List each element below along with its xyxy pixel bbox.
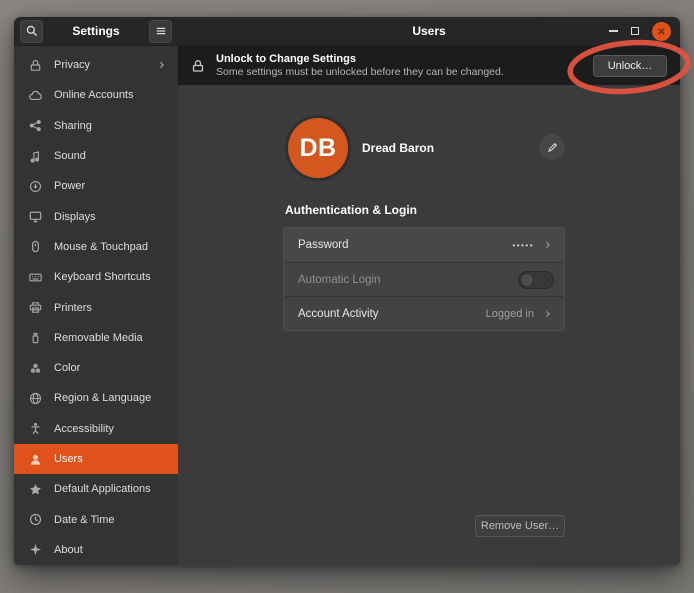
minimize-icon [609, 30, 618, 32]
sidebar-item-mouse-touchpad[interactable]: Mouse & Touchpad [14, 232, 178, 262]
about-icon [27, 542, 43, 558]
automatic-login-toggle[interactable] [518, 271, 554, 289]
sidebar-item-color[interactable]: Color [14, 353, 178, 383]
clock-icon [27, 512, 43, 528]
settings-window: Settings Privacy Online Accounts Sharing [14, 17, 680, 565]
accessibility-icon [27, 421, 43, 437]
sidebar-item-label: Printers [54, 302, 92, 314]
sidebar-item-accessibility[interactable]: Accessibility [14, 414, 178, 444]
sidebar-item-printers[interactable]: Printers [14, 292, 178, 322]
sidebar-item-label: Keyboard Shortcuts [54, 271, 151, 283]
unlock-button[interactable]: Unlock… [593, 55, 667, 77]
search-button[interactable] [20, 20, 43, 43]
chevron-right-icon [542, 239, 554, 251]
auth-section-heading: Authentication & Login [285, 203, 417, 217]
sidebar-item-label: Users [54, 453, 83, 465]
sidebar-item-label: Default Applications [54, 483, 151, 495]
keyboard-icon [27, 269, 43, 285]
row-label: Account Activity [298, 308, 379, 320]
sidebar-item-label: Online Accounts [54, 89, 134, 101]
sidebar-item-label: About [54, 544, 83, 556]
users-icon [27, 451, 43, 467]
sidebar-item-label: Date & Time [54, 514, 115, 526]
banner-title: Unlock to Change Settings [216, 53, 504, 65]
sidebar-app-title: Settings [72, 24, 119, 38]
color-icon [27, 360, 43, 376]
sidebar-item-label: Privacy [54, 59, 90, 71]
banner-subtitle: Some settings must be unlocked before th… [216, 66, 504, 78]
avatar-initials: DB [288, 118, 348, 178]
chevron-right-icon [542, 308, 554, 320]
sidebar-item-region-language[interactable]: Region & Language [14, 383, 178, 413]
share-icon [27, 118, 43, 134]
close-button[interactable] [652, 22, 671, 41]
maximize-icon [631, 27, 639, 35]
sidebar-item-default-applications[interactable]: Default Applications [14, 474, 178, 504]
row-label: Automatic Login [298, 274, 380, 286]
window-controls [609, 17, 671, 45]
sidebar-list: Privacy Online Accounts Sharing Sound Po… [14, 46, 178, 565]
sidebar-item-power[interactable]: Power [14, 171, 178, 201]
sidebar-item-displays[interactable]: Displays [14, 201, 178, 231]
lock-icon [27, 57, 43, 73]
sidebar-item-removable-media[interactable]: Removable Media [14, 323, 178, 353]
password-dots: ••••• [512, 241, 534, 250]
search-icon [25, 24, 39, 38]
minimize-button[interactable] [609, 30, 618, 32]
toggle-knob [520, 273, 534, 287]
lock-icon [190, 58, 206, 74]
edit-name-button[interactable] [539, 134, 565, 160]
page-title: Users [412, 24, 445, 38]
globe-icon [27, 390, 43, 406]
power-icon [27, 178, 43, 194]
sidebar-item-sharing[interactable]: Sharing [14, 111, 178, 141]
pencil-icon [546, 141, 559, 154]
maximize-button[interactable] [631, 27, 639, 35]
music-note-icon [27, 148, 43, 164]
unlock-banner: Unlock to Change Settings Some settings … [178, 46, 680, 85]
row-label: Password [298, 239, 349, 251]
account-activity-row[interactable]: Account Activity Logged in [284, 296, 564, 330]
sidebar-item-label: Power [54, 180, 85, 192]
user-name: Dread Baron [362, 141, 434, 155]
sidebar-item-keyboard-shortcuts[interactable]: Keyboard Shortcuts [14, 262, 178, 292]
sidebar-item-label: Sharing [54, 120, 92, 132]
titlebar[interactable]: Users [178, 17, 680, 46]
cloud-icon [27, 87, 43, 103]
account-activity-value: Logged in [486, 308, 534, 320]
sidebar-item-sound[interactable]: Sound [14, 141, 178, 171]
sidebar-item-privacy[interactable]: Privacy [14, 50, 178, 80]
sidebar-item-about[interactable]: About [14, 535, 178, 565]
avatar[interactable]: DB [285, 115, 351, 181]
automatic-login-row: Automatic Login [284, 262, 564, 296]
main-pane: Users Unlock to Change Settings Some set… [178, 17, 680, 565]
desktop: { "titlebar": { "settings_title": "Setti… [0, 0, 694, 593]
auth-card: Password ••••• Automatic Login Account A… [283, 227, 565, 331]
display-icon [27, 209, 43, 225]
mouse-icon [27, 239, 43, 255]
sidebar-header: Settings [14, 17, 178, 46]
remove-user-button[interactable]: Remove User… [475, 515, 565, 537]
sidebar-item-online-accounts[interactable]: Online Accounts [14, 80, 178, 110]
sidebar-item-label: Color [54, 362, 80, 374]
menu-button[interactable] [149, 20, 172, 43]
banner-text: Unlock to Change Settings Some settings … [216, 53, 504, 78]
sidebar-item-label: Mouse & Touchpad [54, 241, 148, 253]
menu-icon [154, 24, 168, 38]
sidebar-item-label: Accessibility [54, 423, 114, 435]
flash-drive-icon [27, 330, 43, 346]
sidebar-item-users[interactable]: Users [14, 444, 178, 474]
users-content: DB Dread Baron Authentication & Login Pa… [178, 85, 680, 565]
star-icon [27, 481, 43, 497]
password-row[interactable]: Password ••••• [284, 228, 564, 262]
close-icon [657, 27, 666, 36]
sidebar-item-label: Displays [54, 211, 96, 223]
sidebar-item-date-time[interactable]: Date & Time [14, 504, 178, 534]
sidebar: Settings Privacy Online Accounts Sharing [14, 17, 178, 565]
printer-icon [27, 300, 43, 316]
chevron-right-icon [156, 59, 168, 71]
sidebar-item-label: Region & Language [54, 392, 151, 404]
sidebar-item-label: Removable Media [54, 332, 143, 344]
sidebar-item-label: Sound [54, 150, 86, 162]
